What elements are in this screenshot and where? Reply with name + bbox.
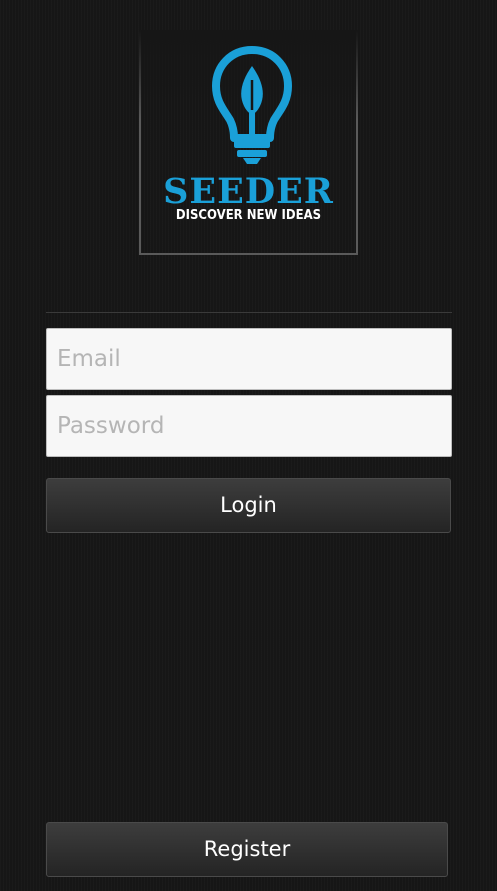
register-button[interactable]: Register (46, 822, 448, 877)
logo-tagline: DISCOVER NEW IDEAS (175, 208, 322, 223)
login-button[interactable]: Login (46, 478, 451, 533)
email-field[interactable] (46, 328, 452, 390)
password-field[interactable] (46, 395, 452, 457)
divider (46, 312, 452, 313)
lightbulb-leaf-icon (212, 46, 292, 164)
logo-title: SEEDER (163, 171, 334, 212)
app-logo: SEEDER DISCOVER NEW IDEAS (139, 30, 358, 255)
